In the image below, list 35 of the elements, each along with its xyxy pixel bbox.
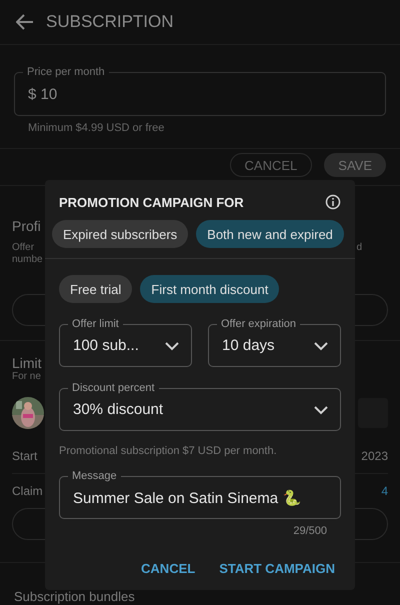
field-label: Discount percent [68, 381, 159, 395]
description-text: For ne [12, 371, 41, 383]
row-label: Claim [12, 484, 43, 498]
helper-text: Promotional subscription $7 USD per month. [59, 445, 278, 457]
description-text: d [356, 242, 362, 254]
back-arrow-icon[interactable] [16, 14, 34, 30]
description-text: numbe [12, 254, 43, 266]
page-title: SUBSCRIPTION [46, 12, 174, 32]
description-text: Offer [12, 242, 34, 254]
price-field[interactable]: Price per month $ 10 [14, 65, 386, 116]
info-icon[interactable] [325, 194, 341, 210]
chip[interactable]: Free trial [59, 275, 132, 303]
cancel-button[interactable]: CANCEL [141, 561, 196, 576]
field-label: Offer expiration [217, 317, 300, 331]
character-counter: 29/500 [292, 525, 328, 537]
row-value: 2023 [361, 449, 388, 463]
row-value: 4 [381, 484, 388, 498]
helper-text: Minimum $4.99 USD or free [27, 122, 166, 134]
dialog-title: PROMOTION CAMPAIGN FOR [59, 194, 244, 210]
message-field[interactable]: Message Summer Sale on Satin Sinema 🐍 [59, 469, 341, 519]
dropdown-field[interactable]: Discount percent 30% discount [59, 381, 341, 431]
chevron-down-icon [313, 404, 329, 414]
start-campaign-button[interactable]: START CAMPAIGN [219, 561, 335, 576]
field-label: Price per month [23, 65, 109, 79]
chip[interactable]: Both new and expired [196, 220, 344, 248]
chip[interactable]: First month discount [140, 275, 280, 303]
section-title: Limit [12, 355, 42, 371]
chevron-down-icon [164, 340, 180, 350]
field-label: Message [68, 469, 121, 483]
chip[interactable]: Expired subscribers [52, 220, 188, 248]
chevron-down-icon [313, 340, 329, 350]
dropdown-field[interactable]: Offer limit 100 sub... [59, 317, 192, 367]
dropdown-field[interactable]: Offer expiration 10 days [208, 317, 341, 367]
row-label: Start [12, 449, 38, 463]
section-title: Profi [12, 218, 41, 234]
